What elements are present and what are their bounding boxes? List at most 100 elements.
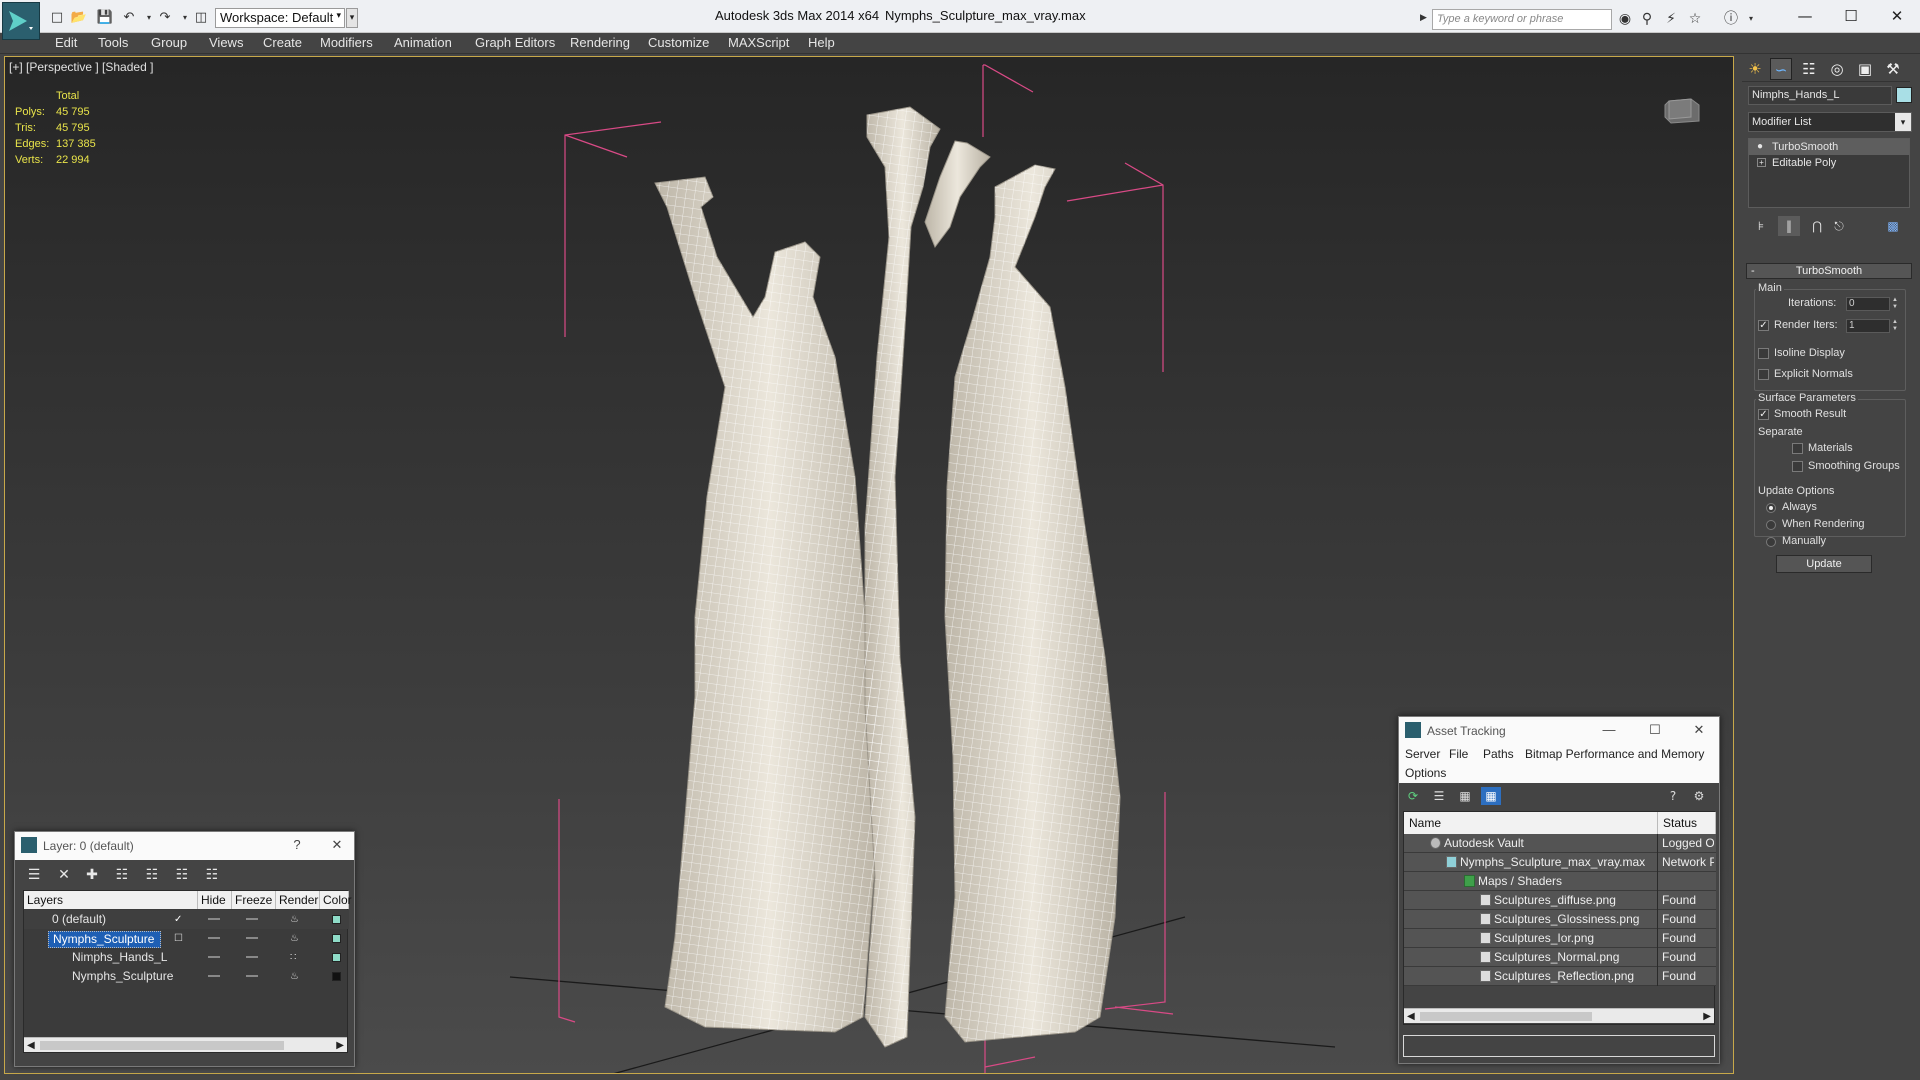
manually-radio[interactable] [1766, 537, 1776, 547]
motion-tab-icon[interactable]: ◎ [1826, 58, 1848, 80]
help-button[interactable]: ? [287, 837, 307, 855]
modify-tab-icon[interactable]: ∽ [1770, 58, 1792, 80]
menu-rendering[interactable]: Rendering [570, 35, 630, 50]
maximize-icon[interactable]: ☐ [1828, 4, 1874, 28]
object-name-field[interactable]: Nimphs_Hands_L [1748, 86, 1892, 105]
thumbnail-view-icon[interactable]: ▦ [1455, 787, 1475, 805]
project-folder-icon[interactable]: ◫ [192, 8, 210, 26]
hide-toggle[interactable] [208, 918, 220, 920]
set-current-layer-box[interactable]: ☐ [174, 933, 183, 944]
maximize-icon[interactable]: ☐ [1645, 722, 1665, 740]
materials-checkbox[interactable] [1792, 443, 1803, 454]
modifier-list-dropdown[interactable]: Modifier List ▾ [1748, 112, 1912, 132]
asset-menu-options[interactable]: Options [1405, 766, 1446, 780]
menu-tools[interactable]: Tools [98, 35, 128, 50]
quick-access-dropdown[interactable]: ▾ [346, 8, 358, 28]
layer-row[interactable]: Nymphs_Sculpture ♨ [24, 967, 349, 986]
search-icon[interactable]: ⚲ [1638, 10, 1656, 28]
freeze-toggle[interactable] [246, 975, 258, 977]
asset-row[interactable]: Sculptures_Normal.png Found [1404, 948, 1716, 967]
render-iters-checkbox[interactable]: ✓ [1758, 320, 1769, 331]
spinner-arrows-icon[interactable]: ▲ ▼ [1892, 319, 1898, 333]
select-objects-icon[interactable]: ☷ [111, 865, 133, 885]
freeze-toggle[interactable] [246, 937, 258, 939]
render-teapot-icon[interactable]: ♨ [290, 971, 299, 982]
asset-row[interactable]: Sculptures_Ior.png Found [1404, 929, 1716, 948]
asset-row[interactable]: Autodesk Vault Logged Out [1404, 834, 1716, 853]
asset-row[interactable]: Nymphs_Sculpture_max_vray.max Network Pa… [1404, 853, 1716, 872]
asset-menu-server[interactable]: Server [1405, 747, 1440, 761]
undo-icon[interactable]: ↶ [120, 8, 138, 26]
column-header-status[interactable]: Status [1658, 812, 1716, 834]
layer-color-swatch[interactable] [332, 972, 341, 981]
table-view-icon[interactable]: ▦ [1481, 787, 1501, 805]
close-icon[interactable]: ✕ [327, 837, 347, 855]
modifier-stack[interactable]: ● TurboSmooth + Editable Poly [1748, 138, 1910, 208]
layer-dialog-titlebar[interactable]: Layer: 0 (default) ? ✕ [15, 832, 354, 860]
hide-toggle[interactable] [208, 937, 220, 939]
asset-row[interactable]: Sculptures_diffuse.png Found [1404, 891, 1716, 910]
render-dots-icon[interactable]: ∷ [290, 952, 296, 963]
menu-help[interactable]: Help [808, 35, 835, 50]
menu-group[interactable]: Group [151, 35, 187, 50]
highlight-layer-icon[interactable]: ☷ [141, 865, 163, 885]
layer-color-swatch[interactable] [332, 915, 341, 924]
remove-modifier-icon[interactable]: ⎋ [1828, 216, 1850, 236]
lightbulb-icon[interactable]: ● [1757, 139, 1763, 155]
asset-menu-paths[interactable]: Paths [1483, 747, 1514, 761]
add-to-layer-icon[interactable]: ✚ [81, 865, 103, 885]
menu-modifiers[interactable]: Modifiers [320, 35, 373, 50]
scroll-thumb[interactable] [1420, 1012, 1592, 1021]
create-tab-icon[interactable]: ☀ [1744, 58, 1766, 80]
pin-stack-icon[interactable]: ⊧ [1750, 216, 1772, 236]
asset-row[interactable]: Maps / Shaders [1404, 872, 1716, 891]
scroll-left-icon[interactable]: ◀ [1407, 1009, 1415, 1024]
favorites-star-icon[interactable]: ☆ [1686, 10, 1704, 28]
column-header-name[interactable]: Name [1404, 812, 1658, 834]
stack-item-editable-poly[interactable]: + Editable Poly [1749, 155, 1909, 171]
menu-edit[interactable]: Edit [55, 35, 77, 50]
show-end-result-icon[interactable]: ‖ [1778, 216, 1800, 236]
menu-create[interactable]: Create [263, 35, 302, 50]
spinner-arrows-icon[interactable]: ▲ ▼ [1892, 297, 1898, 311]
hierarchy-tab-icon[interactable]: ☷ [1798, 58, 1820, 80]
settings-icon[interactable]: ⚙ [1689, 787, 1709, 805]
freeze-toggle[interactable] [246, 918, 258, 920]
help-dropdown-icon[interactable]: ▾ [1742, 10, 1760, 28]
binoculars-icon[interactable]: ◉ [1616, 10, 1634, 28]
utilities-tab-icon[interactable]: ⚒ [1882, 58, 1904, 80]
hide-all-icon[interactable]: ☷ [171, 865, 193, 885]
explicit-normals-checkbox[interactable] [1758, 369, 1769, 380]
isoline-display-checkbox[interactable] [1758, 348, 1769, 359]
update-button[interactable]: Update [1776, 555, 1872, 573]
save-file-icon[interactable]: 💾 [96, 8, 114, 26]
menu-graph-editors[interactable]: Graph Editors [475, 35, 555, 50]
minimize-icon[interactable]: — [1782, 4, 1828, 28]
freeze-all-icon[interactable]: ☷ [201, 865, 223, 885]
help-icon[interactable]: ⓘ [1722, 10, 1740, 28]
object-color-swatch[interactable] [1896, 87, 1912, 103]
asset-row[interactable]: Sculptures_Reflection.png Found [1404, 967, 1716, 986]
viewcube-icon[interactable] [1661, 93, 1705, 125]
refresh-icon[interactable]: ⟳ [1403, 787, 1423, 805]
delete-layer-icon[interactable]: ✕ [53, 865, 75, 885]
close-icon[interactable]: ✕ [1874, 4, 1920, 28]
render-teapot-icon[interactable]: ♨ [290, 914, 299, 925]
create-layer-icon[interactable]: ☰ [23, 865, 45, 885]
layer-color-swatch[interactable] [332, 934, 341, 943]
column-header-layers[interactable]: Layers [24, 891, 198, 909]
menu-views[interactable]: Views [209, 35, 243, 50]
always-radio[interactable] [1766, 503, 1776, 513]
column-header-freeze[interactable]: Freeze [232, 891, 276, 909]
render-teapot-icon[interactable]: ♨ [290, 933, 299, 944]
menu-animation[interactable]: Animation [394, 35, 452, 50]
smooth-result-checkbox[interactable]: ✓ [1758, 409, 1769, 420]
render-iters-spinner[interactable]: 1 ▲ ▼ [1846, 319, 1898, 333]
configure-sets-icon[interactable]: ▩ [1882, 216, 1904, 236]
scroll-right-icon[interactable]: ▶ [1703, 1009, 1711, 1024]
layer-horizontal-scrollbar[interactable]: ◀ ▶ [24, 1037, 347, 1052]
communication-center-icon[interactable]: ⚡ [1662, 10, 1680, 28]
column-header-color[interactable]: Color [320, 891, 352, 909]
when-rendering-radio[interactable] [1766, 520, 1776, 530]
stack-item-turbosmooth[interactable]: ● TurboSmooth [1749, 139, 1909, 155]
